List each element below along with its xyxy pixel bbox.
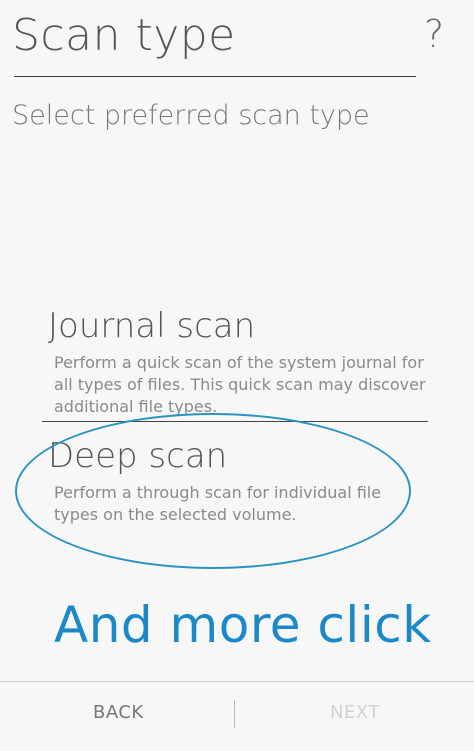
help-button[interactable]: ? — [424, 12, 444, 56]
page-subtitle: Select preferred scan type — [12, 100, 370, 131]
next-button[interactable]: NEXT — [330, 702, 380, 723]
footer-bar: BACK NEXT — [0, 681, 474, 751]
option-title: Journal scan — [48, 306, 256, 346]
title-divider — [14, 76, 416, 77]
footer-divider — [234, 700, 235, 728]
highlight-circle — [15, 413, 411, 569]
header: Scan type ? — [0, 0, 474, 80]
journal-scan-option[interactable]: Journal scan Perform a quick scan of the… — [48, 306, 428, 418]
back-button[interactable]: BACK — [93, 702, 144, 723]
option-description: Perform a quick scan of the system journ… — [54, 353, 426, 416]
annotation-text: And more click — [54, 596, 432, 654]
page-title: Scan type — [12, 10, 236, 61]
